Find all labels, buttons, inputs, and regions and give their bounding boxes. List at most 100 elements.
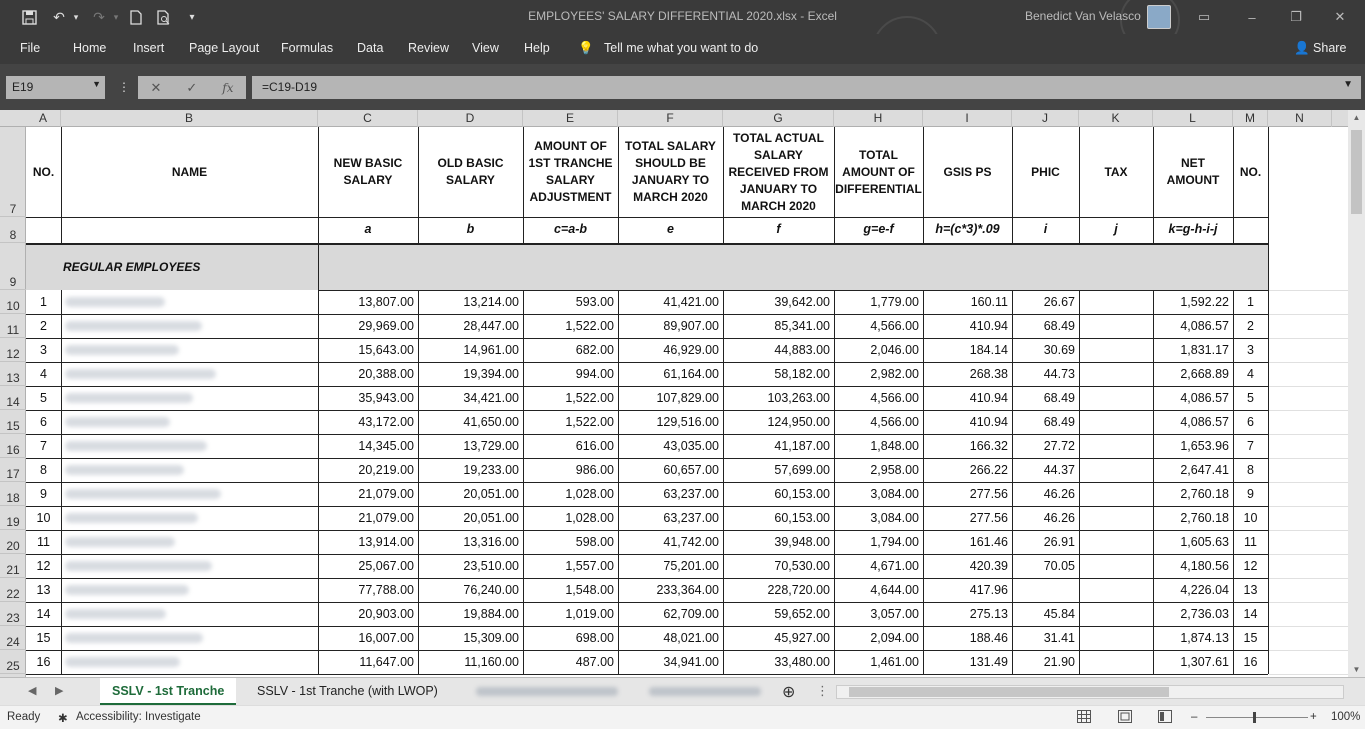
scroll-down-icon[interactable]: ▼ xyxy=(1348,662,1365,677)
worksheet-grid[interactable]: ABCDEFGHIJKLMN 7 8 9 10 11 12 13 14 15 16 17 18 19 20… xyxy=(0,110,1348,677)
header-total-diff[interactable]: TOTAL AMOUNT OF DIFFERENTIAL xyxy=(835,127,922,217)
redacted-name[interactable] xyxy=(65,633,203,643)
cell-l[interactable]: 4,180.56 xyxy=(1153,559,1233,575)
row-number-cell[interactable]: 1 xyxy=(26,295,61,311)
cell-j[interactable]: 44.37 xyxy=(1012,463,1079,479)
cell-i[interactable]: 410.94 xyxy=(923,391,1012,407)
tab-home[interactable]: Home xyxy=(73,41,106,55)
avatar[interactable] xyxy=(1147,5,1171,29)
tab-insert[interactable]: Insert xyxy=(133,41,164,55)
cell-f[interactable]: 233,364.00 xyxy=(618,583,723,599)
formula-label-6[interactable]: f xyxy=(724,222,833,240)
row-header-9[interactable]: 9 xyxy=(0,245,26,290)
row-number-cell-right[interactable]: 16 xyxy=(1233,655,1268,671)
cell-l[interactable]: 2,736.03 xyxy=(1153,607,1233,623)
row-number-cell[interactable]: 8 xyxy=(26,463,61,479)
cell-e[interactable]: 487.00 xyxy=(523,655,618,671)
cell-g[interactable]: 103,263.00 xyxy=(723,391,834,407)
cell-i[interactable]: 166.32 xyxy=(923,439,1012,455)
row-header-8[interactable]: 8 xyxy=(0,217,26,243)
row-header-14[interactable]: 14 xyxy=(0,386,26,410)
row-number-cell[interactable]: 5 xyxy=(26,391,61,407)
cell-e[interactable]: 593.00 xyxy=(523,295,618,311)
cell-h[interactable]: 3,084.00 xyxy=(834,487,923,503)
cell-d[interactable]: 28,447.00 xyxy=(418,319,523,335)
row-number-cell-right[interactable]: 10 xyxy=(1233,511,1268,527)
redacted-name[interactable] xyxy=(65,297,165,307)
column-header-g[interactable]: G xyxy=(723,110,834,127)
expand-formula-icon[interactable]: ▼ xyxy=(1343,79,1353,90)
cell-k[interactable] xyxy=(1079,463,1153,479)
cell-e[interactable]: 1,019.00 xyxy=(523,607,618,623)
formula-label-8[interactable]: h=(c*3)*.09 xyxy=(924,222,1011,240)
header-gsis[interactable]: GSIS PS xyxy=(924,127,1011,217)
row-number-cell[interactable]: 15 xyxy=(26,631,61,647)
row-number-cell-right[interactable]: 4 xyxy=(1233,367,1268,383)
formula-input[interactable]: =C19-D19 ▼ xyxy=(252,76,1361,99)
cell-c[interactable]: 29,969.00 xyxy=(318,319,418,335)
cell-h[interactable]: 4,671.00 xyxy=(834,559,923,575)
redacted-name[interactable] xyxy=(65,441,207,451)
cell-e[interactable]: 994.00 xyxy=(523,367,618,383)
cell-h[interactable]: 4,566.00 xyxy=(834,391,923,407)
row-header-20[interactable]: 20 xyxy=(0,530,26,554)
accessibility-status[interactable]: Accessibility: Investigate xyxy=(76,711,201,723)
sheet-tab-hidden[interactable] xyxy=(635,678,775,705)
previous-sheet-icon[interactable]: ◀ xyxy=(28,684,36,697)
cell-f[interactable]: 89,907.00 xyxy=(618,319,723,335)
cell-f[interactable]: 43,035.00 xyxy=(618,439,723,455)
cell-j[interactable]: 26.91 xyxy=(1012,535,1079,551)
cell-d[interactable]: 11,160.00 xyxy=(418,655,523,671)
cell-g[interactable]: 44,883.00 xyxy=(723,343,834,359)
cell-f[interactable]: 61,164.00 xyxy=(618,367,723,383)
cell-l[interactable]: 1,653.96 xyxy=(1153,439,1233,455)
cell-c[interactable]: 25,067.00 xyxy=(318,559,418,575)
redacted-name[interactable] xyxy=(65,609,166,619)
cell-j[interactable]: 30.69 xyxy=(1012,343,1079,359)
redacted-name[interactable] xyxy=(65,513,198,523)
redacted-name[interactable] xyxy=(65,345,179,355)
cell-f[interactable]: 41,421.00 xyxy=(618,295,723,311)
cell-g[interactable]: 39,642.00 xyxy=(723,295,834,311)
row-number-cell-right[interactable]: 5 xyxy=(1233,391,1268,407)
cell-d[interactable]: 14,961.00 xyxy=(418,343,523,359)
horizontal-scrollbar[interactable] xyxy=(836,685,1344,699)
row-number-cell-right[interactable]: 2 xyxy=(1233,319,1268,335)
tab-review[interactable]: Review xyxy=(408,41,449,55)
header-name[interactable]: NAME xyxy=(62,127,317,217)
insert-function-icon[interactable]: fx xyxy=(222,81,233,95)
chevron-down-icon[interactable]: ▼ xyxy=(92,79,101,89)
cell-d[interactable]: 19,233.00 xyxy=(418,463,523,479)
zoom-slider[interactable] xyxy=(1206,717,1308,718)
cell-k[interactable] xyxy=(1079,319,1153,335)
cell-l[interactable]: 4,086.57 xyxy=(1153,415,1233,431)
cell-j[interactable]: 31.41 xyxy=(1012,631,1079,647)
row-header-12[interactable]: 12 xyxy=(0,338,26,362)
scroll-thumb[interactable] xyxy=(1351,130,1362,214)
cell-j[interactable] xyxy=(1012,583,1079,599)
formula-label-10[interactable]: j xyxy=(1080,222,1152,240)
row-number-cell-right[interactable]: 15 xyxy=(1233,631,1268,647)
row-header-17[interactable]: 17 xyxy=(0,458,26,482)
header-no2[interactable]: NO. xyxy=(1234,127,1267,217)
cell-e[interactable]: 986.00 xyxy=(523,463,618,479)
cell-d[interactable]: 20,051.00 xyxy=(418,511,523,527)
cell-c[interactable]: 77,788.00 xyxy=(318,583,418,599)
cell-e[interactable]: 698.00 xyxy=(523,631,618,647)
header-no[interactable]: NO. xyxy=(27,127,60,217)
cell-g[interactable]: 60,153.00 xyxy=(723,511,834,527)
cell-i[interactable]: 410.94 xyxy=(923,319,1012,335)
tab-file[interactable]: File xyxy=(20,41,40,55)
formula-label-5[interactable]: e xyxy=(619,222,722,240)
cell-g[interactable]: 39,948.00 xyxy=(723,535,834,551)
formula-label-7[interactable]: g=e-f xyxy=(835,222,922,240)
zoom-slider-knob[interactable] xyxy=(1253,712,1256,723)
cell-j[interactable]: 21.90 xyxy=(1012,655,1079,671)
row-header-19[interactable]: 19 xyxy=(0,506,26,530)
column-header-n[interactable]: N xyxy=(1268,110,1332,127)
cell-i[interactable]: 410.94 xyxy=(923,415,1012,431)
cell-l[interactable]: 2,760.18 xyxy=(1153,487,1233,503)
cell-h[interactable]: 4,566.00 xyxy=(834,415,923,431)
cell-l[interactable]: 1,605.63 xyxy=(1153,535,1233,551)
column-header-j[interactable]: J xyxy=(1012,110,1079,127)
